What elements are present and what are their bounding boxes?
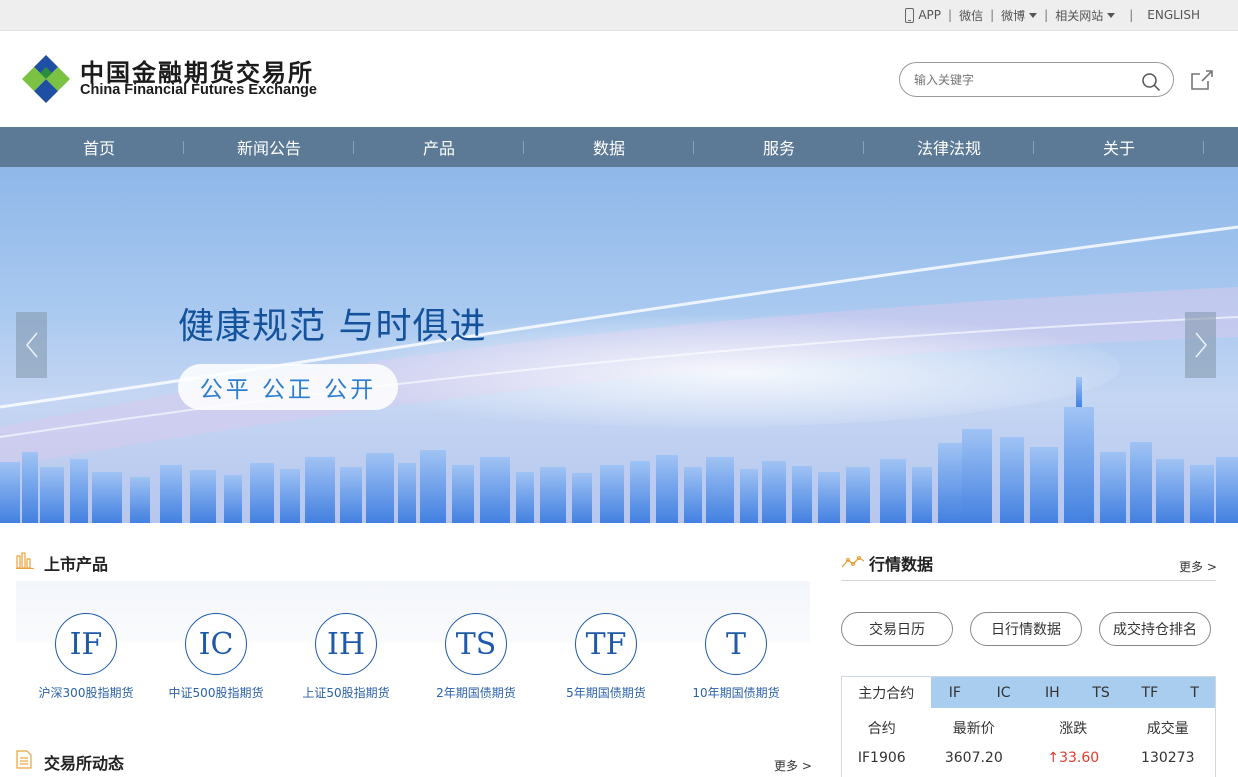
divider: | — [1044, 8, 1049, 22]
nav-item-news[interactable]: 新闻公告 — [184, 127, 354, 167]
caret-down-icon — [1107, 12, 1116, 18]
volume-ranking-button[interactable]: 成交持仓排名 — [1099, 612, 1211, 646]
hero-banner[interactable]: 健康规范 与时俱进 公平 公正 公开 — [0, 167, 1238, 523]
market-data-title: 行情数据 — [869, 555, 934, 574]
volume-cell: 130273 — [1141, 750, 1195, 766]
news-title: 交易所动态 — [44, 754, 125, 773]
top-links: APP | 微信 | 微博 | 相关网站 | ENGLISH — [905, 0, 1200, 30]
search-box — [899, 62, 1174, 97]
tab-ts[interactable]: TS — [1077, 677, 1126, 708]
related-sites-dropdown[interactable]: 相关网站 — [1055, 7, 1116, 24]
line-chart-icon — [841, 555, 865, 568]
column-header: 成交量 — [1146, 721, 1189, 737]
top-bar: APP | 微信 | 微博 | 相关网站 | ENGLISH — [0, 0, 1238, 31]
quotes-tabs: 主力合约 IF IC IH TS TF T — [842, 677, 1215, 708]
phone-icon — [905, 7, 915, 23]
product-code: TF — [575, 613, 637, 675]
banner-slogan: 健康规范 与时俱进 — [178, 306, 487, 347]
tab-t[interactable]: T — [1174, 677, 1215, 708]
logo-english-name: China Financial Futures Exchange — [80, 82, 317, 98]
product-ts[interactable]: TS 2年期国债期货 — [411, 613, 541, 701]
main-nav: 首页 新闻公告 产品 数据 服务 法律法规 关于 — [0, 127, 1238, 167]
products-title: 上市产品 — [44, 555, 109, 574]
quotes-table: 主力合约 IF IC IH TS TF T 合约 最新价 涨跌 成交量 IF19… — [841, 676, 1216, 777]
tab-main-contract[interactable]: 主力合约 — [842, 677, 931, 708]
nav-item-products[interactable]: 产品 — [354, 127, 524, 167]
nav-item-services[interactable]: 服务 — [694, 127, 864, 167]
tab-ih[interactable]: IH — [1028, 677, 1077, 708]
trading-calendar-button[interactable]: 交易日历 — [841, 612, 953, 646]
document-icon — [16, 750, 32, 769]
cffex-logo[interactable] — [20, 53, 72, 105]
english-link[interactable]: ENGLISH — [1147, 8, 1200, 22]
banner-next-button[interactable] — [1185, 312, 1216, 378]
change-cell: ↑33.60 — [1047, 750, 1100, 766]
column-header: 最新价 — [952, 721, 995, 737]
column-header: 涨跌 — [1059, 721, 1088, 737]
table-row[interactable]: IF1906 3607.20 ↑33.60 130273 — [842, 743, 1215, 773]
wechat-link[interactable]: 微信 — [959, 7, 983, 24]
weibo-link-label: 微博 — [1001, 8, 1026, 23]
product-ic[interactable]: IC 中证500股指期货 — [151, 613, 281, 701]
search-input[interactable] — [914, 70, 1129, 90]
banner-prev-button[interactable] — [16, 312, 47, 378]
nav-item-laws[interactable]: 法律法规 — [864, 127, 1034, 167]
product-label: 5年期国债期货 — [566, 686, 646, 700]
divider: | — [990, 8, 995, 22]
banner-pill: 公平 公正 公开 — [178, 364, 398, 410]
weibo-link[interactable]: 微博 — [1001, 7, 1038, 24]
product-code: IC — [185, 613, 247, 675]
bar-chart-icon — [16, 552, 34, 569]
contract-cell: IF1906 — [857, 750, 906, 766]
related-sites-label: 相关网站 — [1055, 8, 1104, 23]
product-code: IF — [55, 613, 117, 675]
product-code: T — [705, 613, 767, 675]
product-label: 2年期国债期货 — [436, 686, 516, 700]
chevron-left-icon — [25, 332, 38, 358]
divider: | — [948, 8, 953, 22]
divider: | — [1129, 8, 1134, 22]
product-code: TS — [445, 613, 507, 675]
divider — [841, 580, 1216, 581]
product-label: 上证50股指期货 — [302, 686, 390, 700]
product-ih[interactable]: IH 上证50股指期货 — [281, 613, 411, 701]
news-more-link[interactable]: 更多 > — [774, 757, 812, 774]
tab-ic[interactable]: IC — [979, 677, 1028, 708]
site-header: 中国金融期货交易所 China Financial Futures Exchan… — [0, 31, 1238, 127]
app-link-label: APP — [918, 8, 942, 22]
daily-quotes-button[interactable]: 日行情数据 — [970, 612, 1082, 646]
product-code: IH — [315, 613, 377, 675]
share-icon[interactable] — [1190, 69, 1214, 91]
caret-down-icon — [1029, 12, 1038, 18]
product-tf[interactable]: TF 5年期国债期货 — [541, 613, 671, 701]
product-label: 中证500股指期货 — [168, 686, 264, 700]
table-header: 合约 最新价 涨跌 成交量 — [842, 713, 1215, 743]
column-header: 合约 — [867, 721, 896, 737]
search-icon[interactable] — [1141, 72, 1161, 92]
product-if[interactable]: IF 沪深300股指期货 — [21, 613, 151, 701]
nav-item-data[interactable]: 数据 — [524, 127, 694, 167]
product-label: 10年期国债期货 — [692, 686, 780, 700]
app-link[interactable]: APP — [905, 7, 942, 23]
market-more-link[interactable]: 更多 > — [1179, 558, 1217, 575]
price-cell: 3607.20 — [944, 750, 1003, 766]
product-t[interactable]: T 10年期国债期货 — [671, 613, 801, 701]
tab-tf[interactable]: TF — [1125, 677, 1174, 708]
product-label: 沪深300股指期货 — [38, 686, 134, 700]
chevron-right-icon — [1194, 332, 1207, 358]
nav-item-about[interactable]: 关于 — [1034, 127, 1204, 167]
nav-item-home[interactable]: 首页 — [14, 127, 184, 167]
tab-if[interactable]: IF — [931, 677, 980, 708]
